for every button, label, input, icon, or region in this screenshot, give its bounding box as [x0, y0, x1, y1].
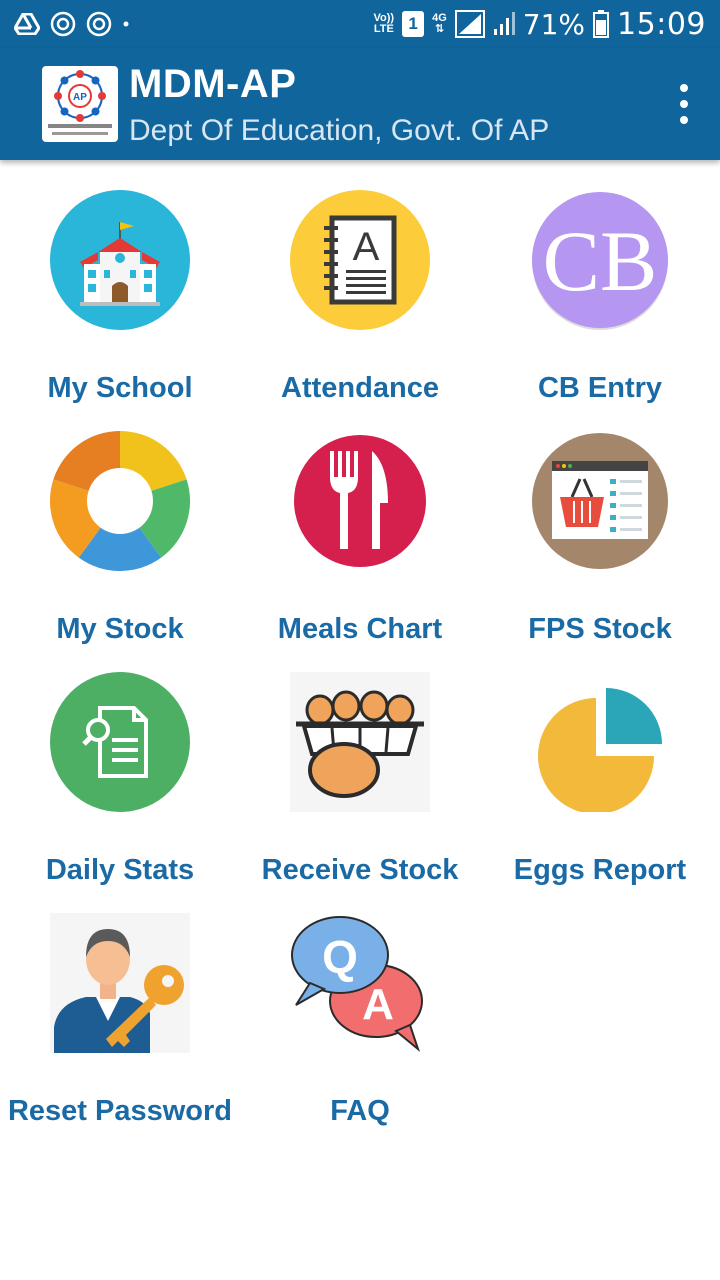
sim-indicator: 1 [402, 11, 425, 37]
document-search-icon [50, 672, 190, 812]
tile-attendance[interactable]: A Attendance [240, 160, 480, 404]
tile-label: Eggs Report [513, 854, 687, 886]
drive-icon [14, 13, 40, 35]
tile-fps-stock[interactable]: FPS Stock [480, 401, 720, 645]
tile-reset-password[interactable]: Reset Password [0, 883, 240, 1127]
tile-meals-chart[interactable]: Meals Chart [240, 401, 480, 645]
tile-eggs-report[interactable]: Eggs Report [480, 642, 720, 886]
attendance-book-icon: A [290, 190, 430, 330]
tile-my-school[interactable]: My School [0, 160, 240, 404]
tile-faq[interactable]: A Q FAQ [240, 883, 480, 1127]
volte-indicator: Vo)) LTE [373, 12, 395, 35]
sync-icon-2 [86, 11, 112, 37]
app-bar: AP MDM-AP Dept Of Education, Govt. Of AP [0, 48, 720, 160]
donut-chart-icon [50, 431, 190, 571]
app-title: MDM-AP [129, 62, 297, 106]
sync-icon [50, 11, 76, 37]
school-icon [50, 190, 190, 330]
user-key-icon [50, 913, 190, 1053]
app-logo: AP [42, 66, 118, 142]
tile-label: FAQ [330, 1095, 390, 1127]
status-bar: Vo)) LTE 1 4G ⇅ 71% 15:09 [0, 0, 720, 48]
battery-percent: 71% [522, 7, 586, 41]
menu-dot [680, 116, 688, 124]
eggs-tray-icon [290, 672, 430, 812]
tile-label: Reset Password [7, 1095, 233, 1127]
app-subtitle: Dept Of Education, Govt. Of AP [129, 114, 550, 147]
shopping-basket-icon [532, 433, 668, 569]
battery-icon [593, 10, 610, 38]
overflow-menu-button[interactable] [676, 84, 692, 124]
tile-my-stock[interactable]: My Stock [0, 401, 240, 645]
tile-cb-entry[interactable]: CB CB Entry [480, 160, 720, 404]
network-type: 4G ⇅ [432, 12, 447, 35]
cb-icon: CB [532, 192, 668, 330]
clock: 15:09 [617, 6, 706, 42]
signal-icon [454, 10, 485, 38]
svg-text:Q: Q [322, 931, 358, 983]
svg-text:CB: CB [543, 213, 658, 309]
svg-text:AP: AP [73, 92, 87, 103]
notification-dot-icon [123, 21, 129, 27]
tile-receive-stock[interactable]: Receive Stock [240, 642, 480, 886]
svg-text:A: A [353, 225, 380, 269]
tile-daily-stats[interactable]: Daily Stats [0, 642, 240, 886]
signal-icon-2 [493, 12, 515, 35]
menu-dot [680, 100, 688, 108]
pie-chart-icon [538, 688, 662, 812]
qa-bubbles-icon: A Q [291, 916, 423, 1052]
fork-knife-icon [294, 435, 426, 567]
menu-dot [680, 84, 688, 92]
